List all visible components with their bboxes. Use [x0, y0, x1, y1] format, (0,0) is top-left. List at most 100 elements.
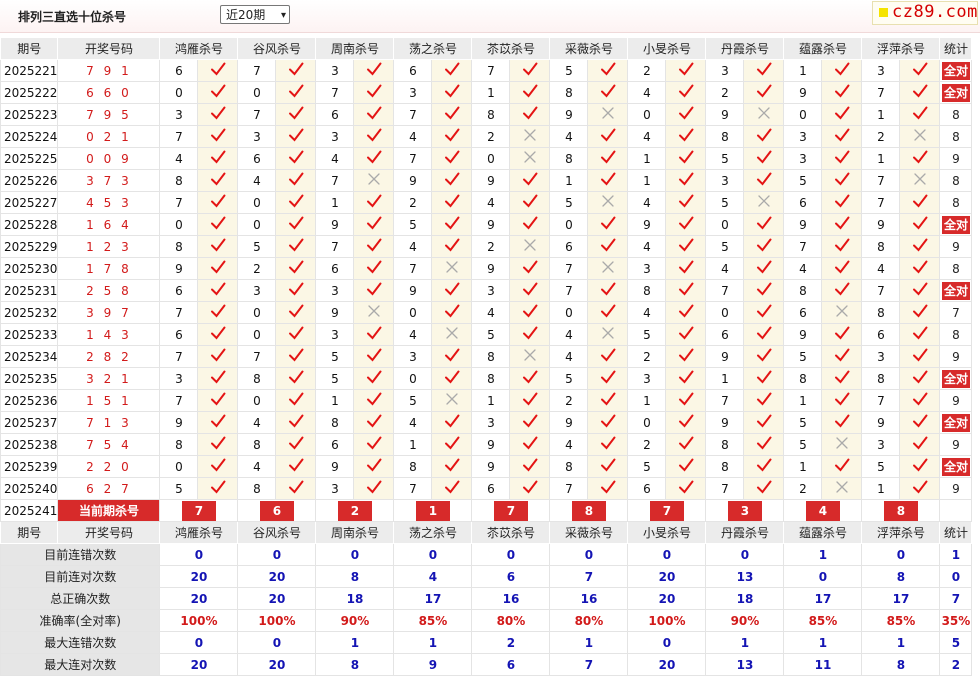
- issue-cell: 2025227: [0, 191, 59, 214]
- result-mark-cell: [821, 235, 863, 258]
- kill-value-cell: 8: [471, 103, 511, 126]
- result-mark-cell: [899, 411, 941, 434]
- summary-value: 0: [471, 543, 551, 566]
- kill-value-cell: 1: [471, 389, 511, 412]
- result-mark-cell: [821, 367, 863, 390]
- draw-number-cell: 2 2 0: [57, 455, 161, 478]
- result-mark-cell: [821, 301, 863, 324]
- summary-label: 最大连对次数: [0, 653, 161, 676]
- kill-value-cell: 1: [627, 147, 667, 170]
- current-kill-value: 3: [727, 500, 762, 521]
- table-row: 2025234 2 8 277538429539: [0, 345, 973, 368]
- check-icon: [366, 282, 382, 296]
- result-mark-cell: [665, 169, 707, 192]
- check-icon: [678, 216, 694, 230]
- check-icon: [288, 326, 304, 340]
- result-mark-cell: [587, 301, 629, 324]
- kill-value-cell: 5: [783, 433, 823, 456]
- check-icon: [288, 194, 304, 208]
- check-icon: [678, 150, 694, 164]
- result-mark-cell: [509, 235, 551, 258]
- issue-cell: 2025226: [0, 169, 59, 192]
- kill-value-cell: 6: [393, 59, 433, 82]
- check-icon: [756, 414, 772, 428]
- summary-value: 85%: [861, 609, 941, 632]
- kill-value-cell: 2: [627, 59, 667, 82]
- kill-value-cell: 5: [783, 345, 823, 368]
- stat-cell: 9: [939, 477, 973, 500]
- draw-number-cell: 3 9 7: [57, 301, 161, 324]
- summary-value: 20: [237, 587, 317, 610]
- kill-value-cell: 0: [393, 367, 433, 390]
- cross-icon: [524, 129, 536, 141]
- result-mark-cell: [899, 345, 941, 368]
- result-mark-cell: [509, 103, 551, 126]
- check-icon: [756, 84, 772, 98]
- check-icon: [834, 216, 850, 230]
- summary-value: 90%: [315, 609, 395, 632]
- current-kill-cell: 7: [627, 499, 707, 522]
- check-icon: [756, 62, 772, 76]
- summary-label: 总正确次数: [0, 587, 161, 610]
- summary-label: 准确率(全对率): [0, 609, 161, 632]
- result-mark-cell: [275, 147, 317, 170]
- result-mark-cell: [509, 411, 551, 434]
- check-icon: [210, 480, 226, 494]
- stat-cell: 7: [939, 301, 973, 324]
- check-icon: [756, 348, 772, 362]
- draw-number-cell: 6 2 7: [57, 477, 161, 500]
- check-icon: [522, 62, 538, 76]
- result-mark-cell: [587, 433, 629, 456]
- draw-number-cell: 1 6 4: [57, 213, 161, 236]
- kill-value-cell: 7: [861, 169, 901, 192]
- check-icon: [834, 106, 850, 120]
- kill-value-cell: 9: [627, 213, 667, 236]
- summary-value: 1: [393, 631, 473, 654]
- kill-value-cell: 2: [549, 389, 589, 412]
- check-icon: [912, 216, 928, 230]
- current-kill-value: 4: [805, 500, 840, 521]
- result-mark-cell: [275, 323, 317, 346]
- result-mark-cell: [197, 191, 239, 214]
- top-bar: 排列三直选十位杀号 近20期 ▾ cz89.com: [0, 0, 980, 33]
- result-mark-cell: [743, 279, 785, 302]
- result-mark-cell: [665, 235, 707, 258]
- result-mark-cell: [275, 301, 317, 324]
- summary-header-row: 期号 开奖号码 鸿雁杀号 谷风杀号 周南杀号 荡之杀号 苶苡杀号 采薇杀号 小旻杀号 丹霞杀号 蕴露…: [0, 521, 973, 544]
- check-icon: [756, 480, 772, 494]
- check-icon: [600, 172, 616, 186]
- summary-value: 20: [159, 565, 239, 588]
- check-icon: [444, 414, 460, 428]
- check-icon: [834, 62, 850, 76]
- site-logo[interactable]: cz89.com: [872, 1, 978, 25]
- check-icon: [288, 150, 304, 164]
- check-icon: [210, 172, 226, 186]
- kill-value-cell: 5: [237, 235, 277, 258]
- kill-value-cell: 5: [393, 213, 433, 236]
- result-mark-cell: [275, 455, 317, 478]
- summary-total: 1: [939, 543, 973, 566]
- check-icon: [444, 238, 460, 252]
- check-icon: [522, 414, 538, 428]
- kill-value-cell: 0: [237, 323, 277, 346]
- cross-icon: [836, 481, 848, 493]
- result-mark-cell: [665, 81, 707, 104]
- check-icon: [756, 370, 772, 384]
- result-mark-cell: [587, 169, 629, 192]
- kill-value-cell: 6: [237, 147, 277, 170]
- col-header-expert: 周南杀号: [315, 37, 395, 60]
- period-select[interactable]: 近20期 ▾: [220, 5, 290, 24]
- check-icon: [756, 392, 772, 406]
- check-icon: [756, 304, 772, 318]
- kill-value-cell: 8: [549, 455, 589, 478]
- summary-value: 90%: [705, 609, 785, 632]
- summary-value: 0: [237, 631, 317, 654]
- col-header-expert: 蕴露杀号: [783, 37, 863, 60]
- kill-value-cell: 0: [549, 213, 589, 236]
- check-icon: [912, 282, 928, 296]
- check-icon: [366, 216, 382, 230]
- summary-value: 100%: [237, 609, 317, 632]
- table-row: 2025237 7 1 3 9 4 8 4 3 9 0 9 5 9 全对: [0, 411, 973, 434]
- result-mark-cell: [743, 301, 785, 324]
- result-mark-cell: [821, 59, 863, 82]
